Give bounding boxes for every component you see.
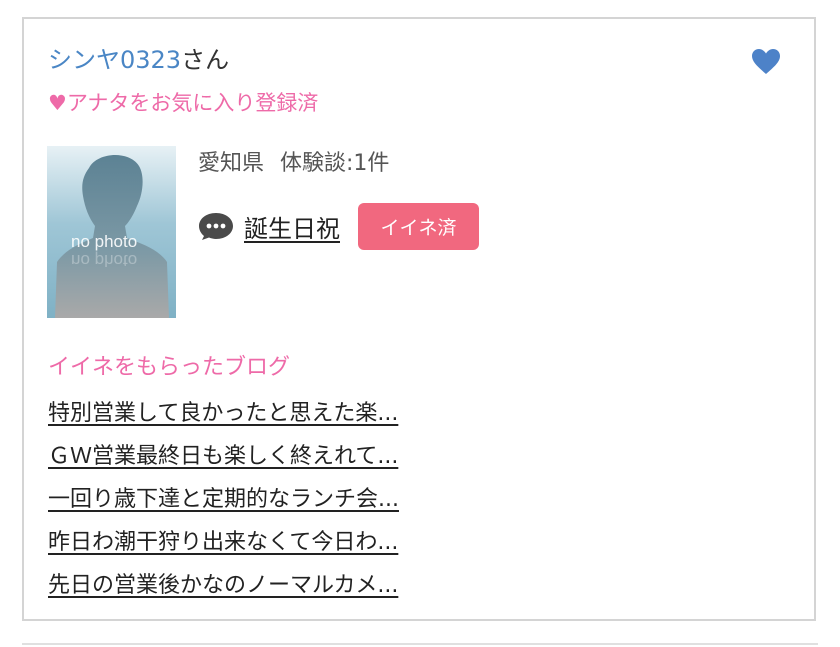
user-name-row: シンヤ0323さん <box>48 45 229 75</box>
list-item: 先日の営業後かなのノーマルカメ... <box>48 571 399 614</box>
liked-blog-list: 特別営業して良かったと思えた楽... ＧＷ営業最終日も楽しく終えれて... 一回… <box>48 399 399 614</box>
avatar-placeholder-text: no photo <box>71 232 138 251</box>
prefecture-label: 愛知県 <box>198 151 265 176</box>
blog-link-3[interactable]: 一回り歳下達と定期的なランチ会... <box>48 487 399 512</box>
blog-link-1[interactable]: 特別営業して良かったと思えた楽... <box>48 401 398 426</box>
user-card: シンヤ0323さん ♥アナタをお気に入り登録済 no photo no phot… <box>22 17 816 621</box>
favorite-status: ♥アナタをお気に入り登録済 <box>48 91 319 115</box>
experience-count: 体験談:1件 <box>280 151 390 176</box>
user-name-link[interactable]: シンヤ0323 <box>48 46 181 74</box>
list-item: ＧＷ営業最終日も楽しく終えれて... <box>48 442 399 485</box>
iine-button[interactable]: イイネ済 <box>358 202 479 250</box>
heart-icon[interactable] <box>752 49 780 75</box>
avatar-placeholder-reflection: no photo <box>71 251 138 270</box>
list-item: 一回り歳下達と定期的なランチ会... <box>48 485 399 528</box>
action-row: 誕生日祝 イイネ済 <box>198 202 479 250</box>
birthday-link[interactable]: 誕生日祝 <box>244 209 340 244</box>
blog-link-4[interactable]: 昨日わ潮干狩り出来なくて今日わ... <box>48 530 398 555</box>
liked-blogs-heading: イイネをもらったブログ <box>48 355 291 380</box>
divider <box>22 643 818 645</box>
list-item: 昨日わ潮干狩り出来なくて今日わ... <box>48 528 399 571</box>
user-name-suffix: さん <box>181 46 230 74</box>
speech-bubble-icon <box>199 213 233 240</box>
avatar[interactable]: no photo no photo <box>47 146 176 318</box>
blog-link-2[interactable]: ＧＷ営業最終日も楽しく終えれて... <box>48 444 398 469</box>
list-item: 特別営業して良かったと思えた楽... <box>48 399 399 442</box>
blog-link-5[interactable]: 先日の営業後かなのノーマルカメ... <box>48 573 398 598</box>
profile-meta: 愛知県 体験談:1件 <box>198 150 389 178</box>
